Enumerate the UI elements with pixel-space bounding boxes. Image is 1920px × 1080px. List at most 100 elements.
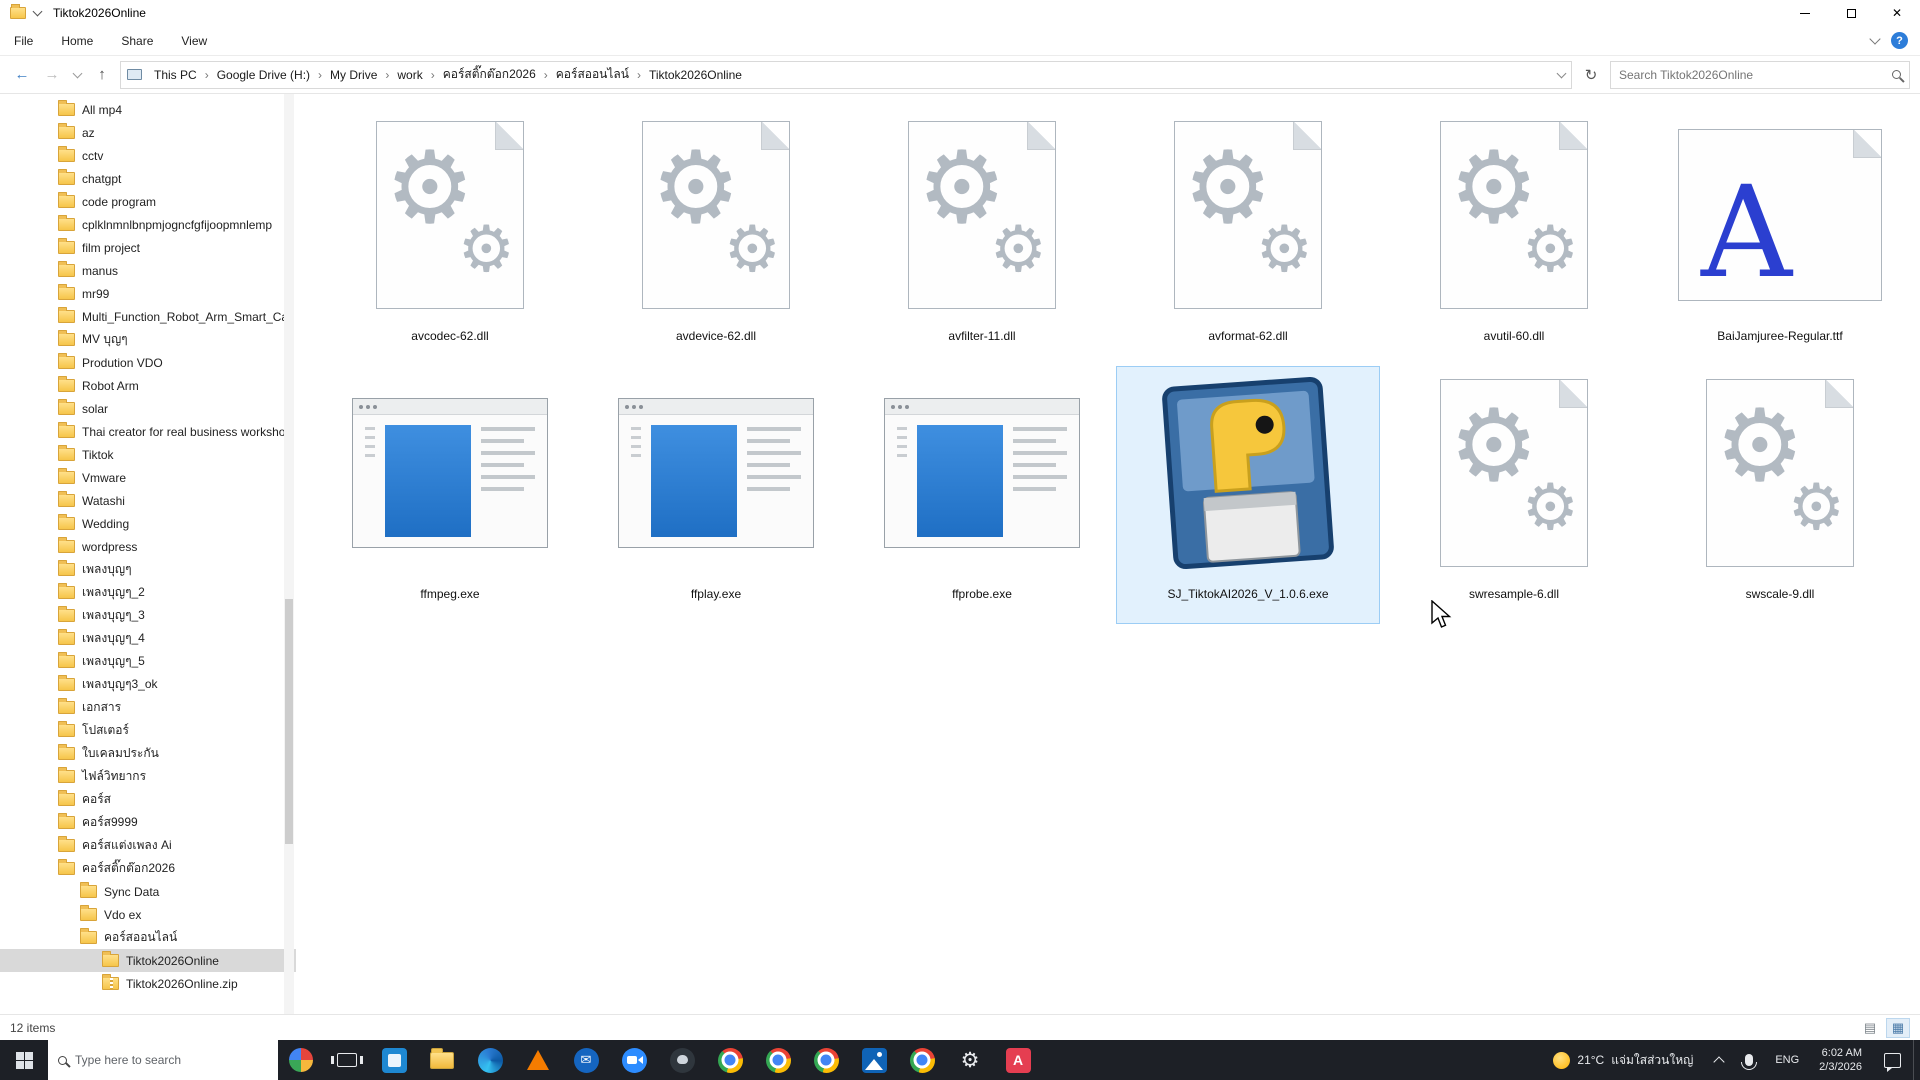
hidden-icons-chevron-icon[interactable] [1714,1056,1725,1067]
ribbon-tab-home[interactable]: Home [47,26,107,55]
file-item[interactable]: ffplay.exe [584,366,848,624]
breadcrumb-item[interactable]: คอร์สออนไลน์ [550,63,635,86]
file-item[interactable]: ⚙⚙avformat-62.dll [1116,108,1380,366]
taskbar-search-input[interactable] [75,1053,268,1067]
task-view-button[interactable] [324,1040,370,1080]
scrollbar-thumb[interactable] [285,599,293,844]
close-button[interactable]: ✕ [1874,0,1920,26]
sidebar-item[interactable]: ไฟล์วิทยากร [0,765,296,788]
ribbon-tab-file[interactable]: File [0,26,47,55]
thumbnails-view-button[interactable]: ▦ [1886,1018,1910,1038]
sidebar-item[interactable]: Tiktok2026Online [0,949,296,972]
ribbon-tab-share[interactable]: Share [107,26,167,55]
sidebar-item[interactable]: Watashi [0,489,296,512]
sidebar-item[interactable]: Sync Data [0,880,296,903]
address-bar[interactable]: This PC›Google Drive (H:)›My Drive›work›… [120,61,1572,89]
maximize-button[interactable] [1828,0,1874,26]
sidebar-item[interactable]: คอร์สแต่งเพลง Ai [0,834,296,857]
sidebar-item[interactable]: code program [0,190,296,213]
action-center-icon[interactable] [1884,1053,1901,1068]
file-item[interactable]: ⚙⚙avcodec-62.dll [318,108,582,366]
search-input[interactable] [1619,68,1886,82]
sidebar-item[interactable]: chatgpt [0,167,296,190]
sidebar-item[interactable]: Tiktok2026Online.zip [0,972,296,995]
refresh-button[interactable]: ↻ [1578,62,1604,88]
taskbar-app-vlc-player[interactable] [514,1040,562,1080]
file-item[interactable]: ⚙⚙swscale-9.dll [1648,366,1912,624]
sidebar-item[interactable]: Vmware [0,466,296,489]
sidebar-item[interactable]: เพลงบุญๆ_3 [0,604,296,627]
sidebar-item[interactable]: MV บุญๆ [0,328,296,351]
start-button[interactable] [0,1040,48,1080]
search-box[interactable] [1610,61,1910,89]
taskbar-app-mail-app[interactable]: ✉ [562,1040,610,1080]
sidebar-item[interactable]: คอร์ส9999 [0,811,296,834]
sidebar-item[interactable]: ใบเคลมประกัน [0,742,296,765]
sidebar-item[interactable]: เพลงบุญๆ_4 [0,627,296,650]
sidebar-item[interactable]: Vdo ex [0,903,296,926]
sidebar-item[interactable]: เพลงบุญๆ3_ok [0,673,296,696]
sidebar-item[interactable]: cplklnmnlbnpmjogncfgfijoopmnlemp [0,213,296,236]
sidebar-item[interactable]: Multi_Function_Robot_Arm_Smart_Car [0,305,296,328]
taskbar-app-red-app[interactable]: A [994,1040,1042,1080]
breadcrumb-item[interactable]: Google Drive (H:) [211,66,316,84]
file-item[interactable]: SJ_TiktokAI2026_V_1.0.6.exe [1116,366,1380,624]
sidebar-item[interactable]: Wedding [0,512,296,535]
taskbar-app-github-desktop[interactable] [658,1040,706,1080]
microphone-tray-icon[interactable] [1745,1054,1753,1066]
help-icon[interactable]: ? [1891,32,1908,49]
back-button[interactable]: ← [10,63,34,87]
sidebar-item[interactable]: solar [0,397,296,420]
breadcrumb-item[interactable]: Tiktok2026Online [643,66,748,84]
breadcrumb-item[interactable]: คอร์สติ๊กต๊อก2026 [437,63,542,86]
taskbar-app-camera-app[interactable] [610,1040,658,1080]
sidebar-item[interactable]: film project [0,236,296,259]
details-view-button[interactable]: ▤ [1858,1018,1882,1038]
sidebar-scrollbar[interactable] [284,94,294,1014]
taskbar-app-file-explorer[interactable] [418,1040,466,1080]
sidebar-item[interactable]: เพลงบุญๆ [0,558,296,581]
taskbar-app-settings-app[interactable]: ⚙ [946,1040,994,1080]
ribbon-expand-chevron-icon[interactable] [1869,33,1880,44]
sidebar-item[interactable]: เพลงบุญๆ_5 [0,650,296,673]
weather-widget[interactable]: 21°C แจ่มใสส่วนใหญ่ [1541,1040,1705,1080]
file-item[interactable]: ⚙⚙avfilter-11.dll [850,108,1114,366]
quick-access-toolbar-chevron-icon[interactable] [33,7,43,17]
sidebar-item[interactable]: wordpress [0,535,296,558]
file-item[interactable]: ⚙⚙avutil-60.dll [1382,108,1646,366]
breadcrumb-item[interactable]: My Drive [324,66,383,84]
file-item[interactable]: ffprobe.exe [850,366,1114,624]
taskbar-app-photos-app[interactable] [850,1040,898,1080]
file-item[interactable]: ⚙⚙swresample-6.dll [1382,366,1646,624]
sidebar-item[interactable]: All mp4 [0,98,296,121]
taskbar-app-chrome-browser-3[interactable] [802,1040,850,1080]
sidebar-item[interactable]: manus [0,259,296,282]
show-desktop-button[interactable] [1913,1040,1920,1080]
taskbar-app-edge-browser[interactable] [466,1040,514,1080]
forward-button[interactable]: → [40,63,64,87]
sidebar-item[interactable]: az [0,121,296,144]
sidebar-item[interactable]: Thai creator for real business workshop [0,420,296,443]
sidebar-item[interactable]: cctv [0,144,296,167]
sidebar-item[interactable]: mr99 [0,282,296,305]
recent-locations-chevron-icon[interactable] [70,63,84,87]
sidebar-item[interactable]: โปสเตอร์ [0,719,296,742]
sidebar-item[interactable]: Robot Arm [0,374,296,397]
sidebar-item[interactable]: เอกสาร [0,696,296,719]
colorful-app-button[interactable] [278,1040,324,1080]
breadcrumb-item[interactable]: This PC [148,66,203,84]
sidebar-item[interactable]: Prodution VDO [0,351,296,374]
sidebar-item[interactable]: Tiktok [0,443,296,466]
taskbar-app-chrome-browser-4[interactable] [898,1040,946,1080]
sidebar-item[interactable]: คอร์ส [0,788,296,811]
minimize-button[interactable] [1782,0,1828,26]
taskbar-clock[interactable]: 6:02 AM 2/3/2026 [1809,1046,1872,1074]
sidebar-item[interactable]: คอร์สติ๊กต๊อก2026 [0,857,296,880]
taskbar-app-blue-window-app[interactable] [370,1040,418,1080]
breadcrumb-item[interactable]: work [391,66,428,84]
language-indicator[interactable]: ENG [1765,1054,1809,1066]
taskbar-app-chrome-browser-2[interactable] [754,1040,802,1080]
sidebar-item[interactable]: คอร์สออนไลน์ [0,926,296,949]
file-item[interactable]: ⚙⚙avdevice-62.dll [584,108,848,366]
file-item[interactable]: ABaiJamjuree-Regular.ttf [1648,108,1912,366]
